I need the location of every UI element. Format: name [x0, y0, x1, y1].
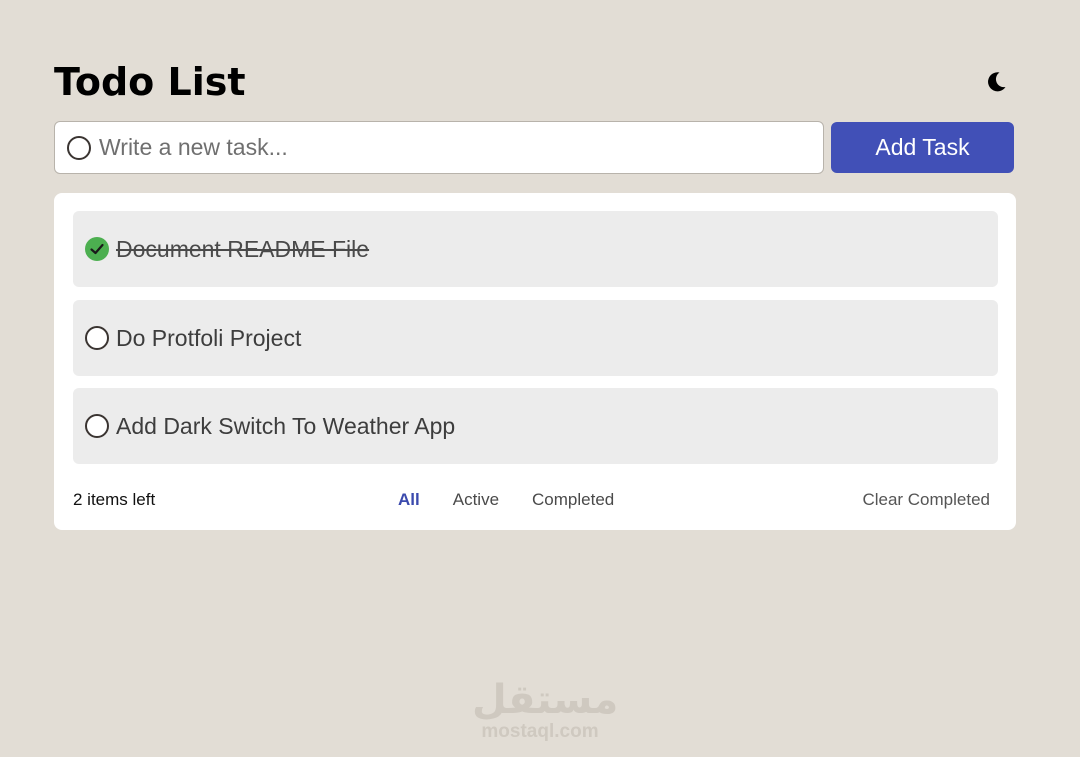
todo-item[interactable]: Add Dark Switch To Weather App: [73, 388, 998, 464]
filter-active[interactable]: Active: [453, 490, 499, 510]
new-task-input[interactable]: [99, 134, 799, 161]
header: Todo List: [54, 58, 1016, 106]
todo-label: Add Dark Switch To Weather App: [116, 412, 456, 439]
moon-icon: [988, 72, 1006, 92]
circle-icon: [67, 135, 91, 160]
add-task-button[interactable]: Add Task: [831, 122, 1014, 173]
circle-icon[interactable]: [85, 326, 109, 350]
todo-item[interactable]: Document README File: [73, 211, 998, 287]
todo-label: Document README File: [116, 235, 370, 262]
watermark-url: mostaql.com: [481, 721, 599, 742]
filter-completed[interactable]: Completed: [532, 490, 614, 510]
theme-toggle-button[interactable]: [978, 64, 1014, 100]
filter-all[interactable]: All: [398, 490, 420, 510]
todo-list-card: Document README File Do Protfoli Project…: [54, 193, 1016, 530]
circle-icon[interactable]: [85, 414, 109, 438]
watermark: مستقل mostaql.com: [472, 677, 619, 742]
todo-app: Todo List Add Task Document README File …: [0, 0, 1080, 757]
watermark-logo: مستقل: [472, 677, 619, 723]
items-left-count: 2 items left: [73, 490, 156, 509]
new-task-field[interactable]: [54, 121, 824, 174]
clear-completed-button[interactable]: Clear Completed: [862, 490, 990, 510]
filter-group: All Active Completed: [398, 490, 647, 510]
list-footer: 2 items left All Active Completed Clear …: [73, 490, 990, 514]
todo-item[interactable]: Do Protfoli Project: [73, 300, 998, 376]
todo-label: Do Protfoli Project: [116, 324, 302, 351]
page-title: Todo List: [54, 60, 246, 104]
check-circle-icon[interactable]: [85, 237, 109, 261]
